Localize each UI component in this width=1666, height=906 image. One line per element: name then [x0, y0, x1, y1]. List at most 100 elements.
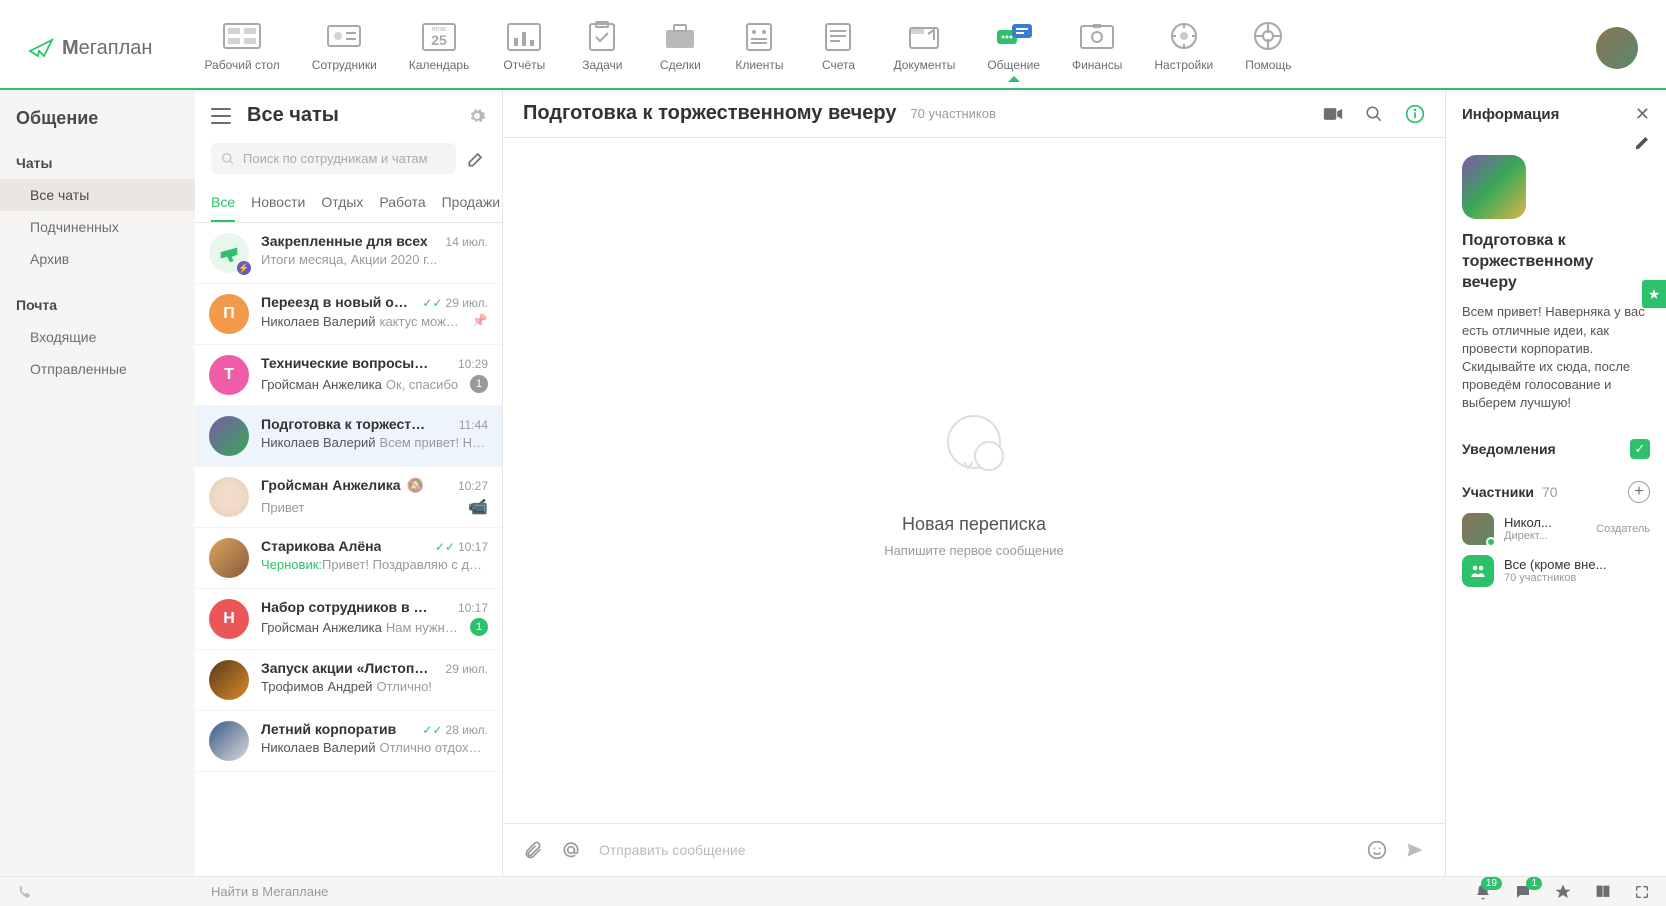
- chat-item[interactable]: Н Набор сотрудников в отдел пр... 10:17 …: [195, 589, 502, 650]
- messages-badge: 1: [1526, 877, 1542, 890]
- sidebar-item[interactable]: Все чаты: [0, 179, 195, 211]
- nav-icon: [994, 20, 1034, 52]
- nav-icon: [222, 20, 262, 52]
- chat-avatar: [209, 721, 249, 761]
- search-icon[interactable]: [1365, 105, 1383, 123]
- left-sidebar: Общение ЧатыВсе чатыПодчиненныхАрхивПочт…: [0, 90, 195, 876]
- sidebar-item[interactable]: Входящие: [0, 321, 195, 353]
- sidebar-item[interactable]: Подчиненных: [0, 211, 195, 243]
- messages-icon[interactable]: 1: [1514, 883, 1532, 901]
- favorites-tab[interactable]: ★: [1642, 280, 1666, 308]
- info-panel: Информация ✕ Подготовка к торжественному…: [1446, 90, 1666, 876]
- nav-label: Помощь: [1245, 58, 1291, 72]
- emoji-icon[interactable]: [1367, 840, 1387, 860]
- send-icon[interactable]: [1405, 840, 1425, 860]
- chat-item[interactable]: Подготовка к торжественном... 11:44 Нико…: [195, 406, 502, 467]
- chat-item[interactable]: П Переезд в новый офис ✓✓29 июл. Николае…: [195, 284, 502, 345]
- chat-search[interactable]: [211, 143, 456, 174]
- info-avatar: [1462, 155, 1526, 219]
- chat-tab[interactable]: Отдых: [321, 188, 363, 222]
- chat-tab[interactable]: Новости: [251, 188, 305, 222]
- info-chat-name: Подготовка к торжественному вечеру: [1462, 231, 1650, 293]
- sidebar-section: Чаты: [0, 147, 195, 179]
- logo[interactable]: Мегаплан: [28, 37, 152, 60]
- mention-icon[interactable]: [561, 840, 581, 860]
- bell-icon[interactable]: 19: [1474, 883, 1492, 901]
- nav-label: Счета: [822, 58, 855, 72]
- nav-item-7[interactable]: Счета: [803, 16, 873, 80]
- member-avatar: [1462, 555, 1494, 587]
- edit-icon[interactable]: [1634, 135, 1650, 151]
- nav-icon: [1248, 20, 1288, 52]
- chat-item[interactable]: Т Технические вопросы🔕 10:29 Гройсман Ан…: [195, 345, 502, 406]
- nav-label: Задачи: [582, 58, 622, 72]
- nav-item-0[interactable]: Рабочий стол: [192, 16, 291, 80]
- global-search-hint[interactable]: Найти в Мегаплане: [211, 884, 1474, 899]
- notifications-toggle[interactable]: ✓: [1630, 439, 1650, 459]
- empty-chat-icon: [929, 404, 1019, 484]
- user-avatar[interactable]: [1596, 27, 1638, 69]
- chat-item[interactable]: Гройсман Анжелика🔕 10:27 Привет📹: [195, 467, 502, 528]
- chat-list-title: Все чаты: [247, 104, 468, 127]
- chat-avatar: [209, 477, 249, 517]
- attach-icon[interactable]: [523, 840, 543, 860]
- phone-icon[interactable]: [16, 884, 32, 900]
- nav-item-2[interactable]: НОЯБ25Календарь: [397, 16, 482, 80]
- message-input[interactable]: [599, 842, 1349, 858]
- chat-avatar: [209, 416, 249, 456]
- chat-item[interactable]: Запуск акции «Листопад 20... 29 июл. Тро…: [195, 650, 502, 711]
- chat-item[interactable]: ⚡ Закрепленные для всех 14 июл. Итоги ме…: [195, 223, 502, 284]
- nav-label: Сотрудники: [312, 58, 377, 72]
- chat-item[interactable]: Летний корпоратив ✓✓28 июл. Николаев Вал…: [195, 711, 502, 772]
- nav-icon: [904, 20, 944, 52]
- nav-item-4[interactable]: Задачи: [567, 16, 637, 80]
- info-title: Информация: [1462, 106, 1559, 123]
- conversation-title: Подготовка к торжественному вечеру: [523, 102, 896, 125]
- chat-avatar: Т: [209, 355, 249, 395]
- chat-tab[interactable]: Продажи: [442, 188, 500, 222]
- book-icon[interactable]: [1594, 883, 1612, 901]
- nav-item-6[interactable]: Клиенты: [723, 16, 795, 80]
- info-icon[interactable]: [1405, 104, 1425, 124]
- chat-tab[interactable]: Работа: [379, 188, 425, 222]
- nav-item-5[interactable]: Сделки: [645, 16, 715, 80]
- nav-label: Настройки: [1154, 58, 1213, 72]
- star-icon[interactable]: [1554, 883, 1572, 901]
- nav-item-8[interactable]: Документы: [881, 16, 967, 80]
- nav-label: Финансы: [1072, 58, 1122, 72]
- chat-tab[interactable]: Все: [211, 188, 235, 222]
- conversation-subtitle[interactable]: 70 участников: [910, 106, 995, 121]
- video-call-icon[interactable]: [1323, 107, 1343, 121]
- chat-item[interactable]: Старикова Алёна ✓✓10:17 Черновик: Привет…: [195, 528, 502, 589]
- chat-search-input[interactable]: [243, 151, 446, 166]
- add-member-button[interactable]: +: [1628, 481, 1650, 503]
- nav-icon: НОЯБ25: [419, 20, 459, 52]
- close-icon[interactable]: ✕: [1635, 104, 1650, 125]
- sidebar-item[interactable]: Отправленные: [0, 353, 195, 385]
- nav-icon: [1077, 20, 1117, 52]
- chat-avatar: [209, 660, 249, 700]
- sidebar-item[interactable]: Архив: [0, 243, 195, 275]
- nav-label: Сделки: [660, 58, 701, 72]
- nav-item-11[interactable]: Настройки: [1142, 16, 1225, 80]
- gear-icon[interactable]: [468, 107, 486, 125]
- sidebar-title: Общение: [0, 108, 195, 147]
- member-item[interactable]: Никол...Директ... Создатель: [1462, 513, 1650, 545]
- nav-icon: [818, 20, 858, 52]
- nav-item-10[interactable]: Финансы: [1060, 16, 1134, 80]
- nav-icon: [660, 20, 700, 52]
- nav-item-9[interactable]: Общение: [975, 16, 1052, 80]
- compose-icon[interactable]: [466, 149, 486, 169]
- nav-item-3[interactable]: Отчёты: [489, 16, 559, 80]
- expand-icon[interactable]: [1634, 884, 1650, 900]
- nav-icon: [1164, 20, 1204, 52]
- notifications-label: Уведомления: [1462, 441, 1556, 457]
- nav-icon: [324, 20, 364, 52]
- nav-item-1[interactable]: Сотрудники: [300, 16, 389, 80]
- member-avatar: [1462, 513, 1494, 545]
- chat-list-column: Все чаты Все Новости Отдых Работа Продажи ⚡ …: [195, 90, 503, 876]
- bell-badge: 19: [1481, 877, 1502, 890]
- member-item[interactable]: Все (кроме вне...70 участников: [1462, 555, 1650, 587]
- menu-icon[interactable]: [211, 108, 231, 124]
- nav-item-12[interactable]: Помощь: [1233, 16, 1303, 80]
